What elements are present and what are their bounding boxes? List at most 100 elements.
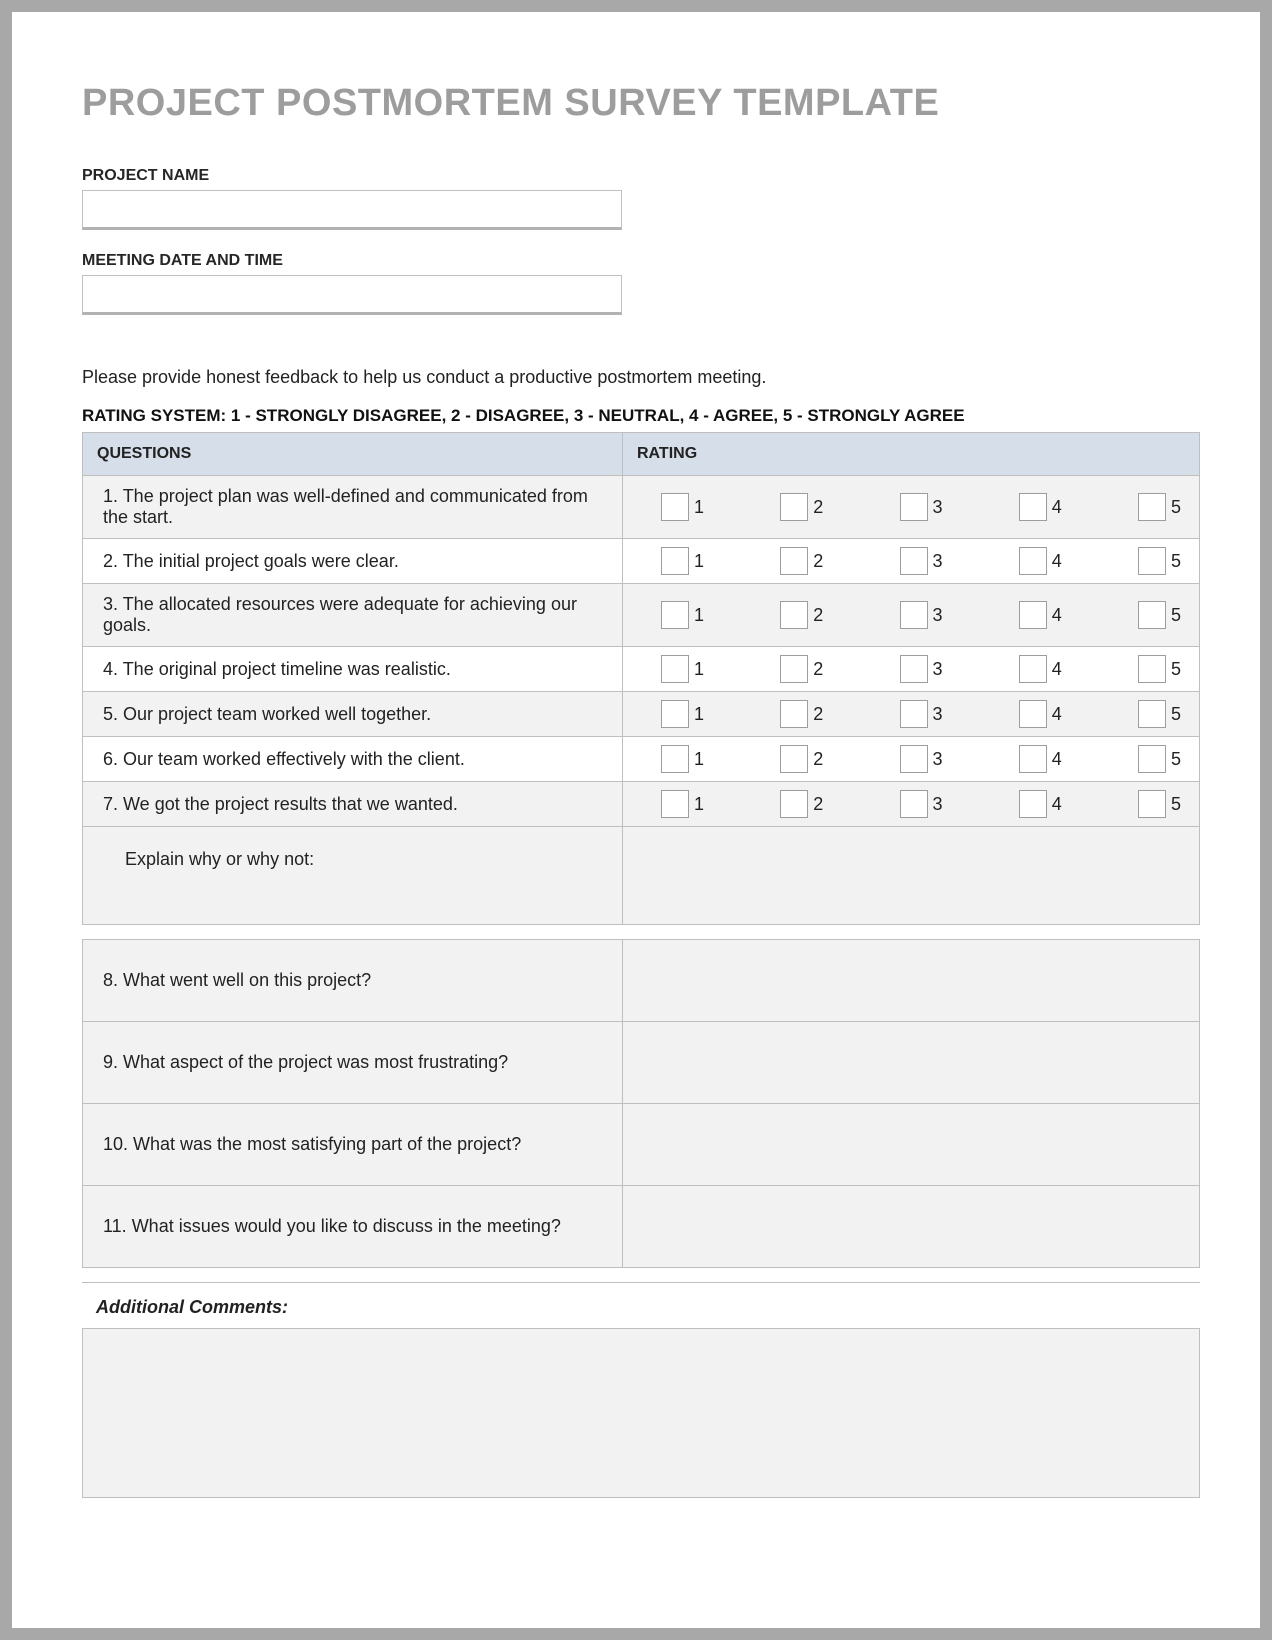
rating-number: 1 (694, 659, 708, 680)
question-text: 7. We got the project results that we wa… (83, 782, 623, 827)
rating-option: 1 (661, 601, 708, 629)
open-question-text: 10. What was the most satisfying part of… (83, 1104, 623, 1186)
open-answer-cell[interactable] (623, 1104, 1200, 1186)
rating-checkbox-5[interactable] (1138, 547, 1166, 575)
rating-checkbox-1[interactable] (661, 745, 689, 773)
question-text: 3. The allocated resources were adequate… (83, 584, 623, 647)
rating-option: 5 (1138, 745, 1185, 773)
rating-number: 3 (933, 551, 947, 572)
rating-option: 2 (780, 790, 827, 818)
rating-checkbox-4[interactable] (1019, 601, 1047, 629)
rating-option: 5 (1138, 493, 1185, 521)
explain-answer-cell[interactable] (623, 827, 1200, 925)
rating-checkbox-1[interactable] (661, 547, 689, 575)
rating-checkbox-4[interactable] (1019, 745, 1047, 773)
rating-number: 4 (1052, 659, 1066, 680)
rating-checkbox-3[interactable] (900, 745, 928, 773)
rating-checkbox-4[interactable] (1019, 700, 1047, 728)
rating-checkbox-4[interactable] (1019, 493, 1047, 521)
rating-checkbox-2[interactable] (780, 700, 808, 728)
rating-option: 4 (1019, 547, 1066, 575)
additional-comments-input[interactable] (82, 1328, 1200, 1498)
rating-checkbox-5[interactable] (1138, 700, 1166, 728)
rating-number: 3 (933, 497, 947, 518)
open-questions-table: 8. What went well on this project?9. Wha… (82, 939, 1200, 1268)
project-name-label: PROJECT NAME (82, 167, 1200, 185)
rating-option: 3 (900, 655, 947, 683)
rating-checkbox-2[interactable] (780, 745, 808, 773)
table-row: 8. What went well on this project? (83, 940, 1200, 1022)
rating-number: 2 (813, 704, 827, 725)
rating-number: 1 (694, 794, 708, 815)
rating-checkbox-4[interactable] (1019, 547, 1047, 575)
rating-checkbox-3[interactable] (900, 700, 928, 728)
rating-option: 2 (780, 745, 827, 773)
rating-number: 5 (1171, 551, 1185, 572)
rating-option: 3 (900, 700, 947, 728)
rating-checkbox-5[interactable] (1138, 601, 1166, 629)
rating-checkbox-4[interactable] (1019, 790, 1047, 818)
rating-number: 4 (1052, 497, 1066, 518)
rating-legend: RATING SYSTEM: 1 - STRONGLY DISAGREE, 2 … (82, 406, 1200, 426)
rating-option: 2 (780, 700, 827, 728)
rating-cell: 12345 (623, 647, 1200, 692)
rating-checkbox-3[interactable] (900, 493, 928, 521)
open-answer-cell[interactable] (623, 1186, 1200, 1268)
survey-table: QUESTIONS RATING 1. The project plan was… (82, 432, 1200, 925)
table-row: 1. The project plan was well-defined and… (83, 476, 1200, 539)
rating-option: 2 (780, 655, 827, 683)
rating-option: 4 (1019, 790, 1066, 818)
rating-cell: 1 2 3 4 5 (623, 737, 1200, 782)
meeting-date-input[interactable] (82, 275, 622, 315)
rating-option: 1 (661, 547, 708, 575)
rating-number: 3 (933, 605, 947, 626)
rating-checkbox-2[interactable] (780, 601, 808, 629)
rating-option: 4 (1019, 601, 1066, 629)
rating-option: 3 (900, 601, 947, 629)
rating-option: 1 (661, 790, 708, 818)
open-answer-cell[interactable] (623, 1022, 1200, 1104)
table-row: 6. Our team worked effectively with the … (83, 737, 1200, 782)
table-row: Explain why or why not: (83, 827, 1200, 925)
rating-checkbox-4[interactable] (1019, 655, 1047, 683)
rating-checkbox-5[interactable] (1138, 655, 1166, 683)
rating-checkbox-1[interactable] (661, 601, 689, 629)
rating-option: 2 (780, 601, 827, 629)
rating-checkbox-1[interactable] (661, 655, 689, 683)
rating-checkbox-1[interactable] (661, 493, 689, 521)
rating-option: 5 (1138, 790, 1185, 818)
rating-number: 5 (1171, 497, 1185, 518)
rating-number: 4 (1052, 749, 1066, 770)
rating-checkbox-2[interactable] (780, 655, 808, 683)
rating-option: 1 (661, 493, 708, 521)
rating-number: 3 (933, 749, 947, 770)
project-name-input[interactable] (82, 190, 622, 230)
rating-number: 5 (1171, 794, 1185, 815)
intro-text: Please provide honest feedback to help u… (82, 367, 1200, 388)
question-text: 6. Our team worked effectively with the … (83, 737, 623, 782)
rating-checkbox-2[interactable] (780, 547, 808, 575)
rating-checkbox-3[interactable] (900, 790, 928, 818)
rating-number: 3 (933, 794, 947, 815)
open-answer-cell[interactable] (623, 940, 1200, 1022)
rating-number: 4 (1052, 794, 1066, 815)
table-row: 5. Our project team worked well together… (83, 692, 1200, 737)
rating-cell: 1 2 3 4 5 (623, 584, 1200, 647)
rating-checkbox-3[interactable] (900, 601, 928, 629)
rating-number: 5 (1171, 704, 1185, 725)
rating-checkbox-2[interactable] (780, 790, 808, 818)
rating-checkbox-2[interactable] (780, 493, 808, 521)
question-text: 4. The original project timeline was rea… (83, 647, 623, 692)
rating-number: 1 (694, 749, 708, 770)
rating-checkbox-3[interactable] (900, 655, 928, 683)
rating-checkbox-5[interactable] (1138, 790, 1166, 818)
header-questions: QUESTIONS (83, 433, 623, 476)
rating-number: 1 (694, 704, 708, 725)
rating-option: 5 (1138, 601, 1185, 629)
rating-number: 2 (813, 749, 827, 770)
rating-checkbox-3[interactable] (900, 547, 928, 575)
rating-checkbox-5[interactable] (1138, 745, 1166, 773)
rating-checkbox-1[interactable] (661, 700, 689, 728)
rating-checkbox-5[interactable] (1138, 493, 1166, 521)
rating-checkbox-1[interactable] (661, 790, 689, 818)
